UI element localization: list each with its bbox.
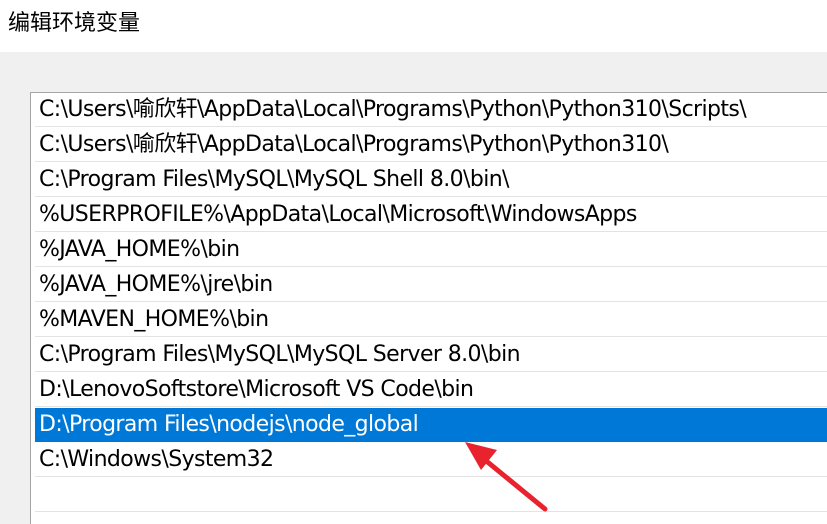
list-item[interactable]: C:\Windows\System32	[35, 443, 827, 477]
path-entries-list[interactable]: C:\Users\喻欣轩\AppData\Local\Programs\Pyth…	[30, 92, 827, 524]
list-item[interactable]: C:\Users\喻欣轩\AppData\Local\Programs\Pyth…	[35, 93, 827, 127]
list-item[interactable]: C:\Users\喻欣轩\AppData\Local\Programs\Pyth…	[35, 128, 827, 162]
list-item[interactable]: %JAVA_HOME%\jre\bin	[35, 268, 827, 302]
list-item[interactable]: C:\Program Files\MySQL\MySQL Shell 8.0\b…	[35, 163, 827, 197]
dialog-title-bar: 编辑环境变量	[0, 0, 827, 52]
list-item-empty[interactable]	[35, 478, 827, 512]
list-item[interactable]: %MAVEN_HOME%\bin	[35, 303, 827, 337]
dialog-title: 编辑环境变量	[8, 11, 141, 36]
list-item[interactable]: %USERPROFILE%\AppData\Local\Microsoft\Wi…	[35, 198, 827, 232]
list-item[interactable]: C:\Program Files\MySQL\MySQL Server 8.0\…	[35, 338, 827, 372]
list-item[interactable]: D:\LenovoSoftstore\Microsoft VS Code\bin	[35, 373, 827, 407]
list-item[interactable]: %JAVA_HOME%\bin	[35, 233, 827, 267]
list-item-selected[interactable]: D:\Program Files\nodejs\node_global	[35, 408, 827, 442]
